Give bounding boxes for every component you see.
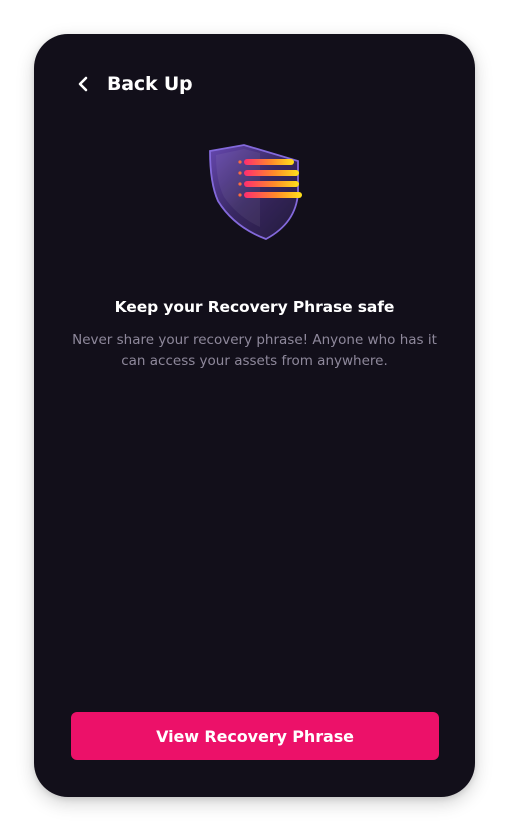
backup-screen: Back Up Keep your Recovery Phrase safe N… xyxy=(34,34,475,797)
shield-icon xyxy=(204,143,304,243)
view-recovery-phrase-button[interactable]: View Recovery Phrase xyxy=(71,712,439,760)
page-title: Back Up xyxy=(107,73,193,95)
back-up-header[interactable]: Back Up xyxy=(74,69,193,99)
screen-heading: Keep your Recovery Phrase safe xyxy=(114,298,395,316)
chevron-left-icon[interactable] xyxy=(74,75,92,93)
screen-description: Never share your recovery phrase! Anyone… xyxy=(72,332,437,369)
